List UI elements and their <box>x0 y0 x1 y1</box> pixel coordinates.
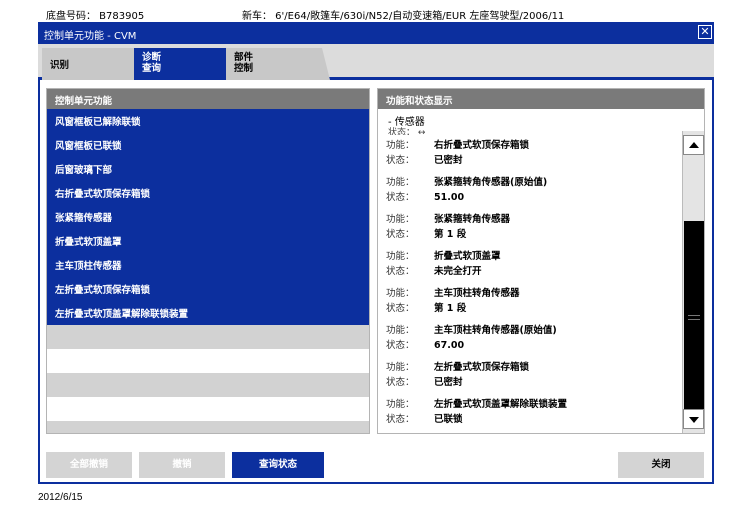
cancel-button[interactable]: 撤销 <box>139 452 225 478</box>
tab-component-label-2: 控制 <box>234 63 254 74</box>
cancel-all-button[interactable]: 全部撤销 <box>46 452 132 478</box>
vertical-scrollbar[interactable] <box>682 131 704 433</box>
window-title: 控制单元功能 - CVM <box>44 31 137 42</box>
state-label: 状态： <box>386 377 415 388</box>
close-icon[interactable]: ✕ <box>698 25 712 39</box>
chassis-number: 底盘号码： B783905 <box>46 11 145 22</box>
vehicle-info-bar: 底盘号码： B783905 新车： 6'/E64/敞篷车/630i/N52/自动… <box>38 4 714 22</box>
tab-strip: 识别 诊断 查询 部件 控制 <box>38 44 714 80</box>
state-value: 第 1 段 <box>434 303 467 314</box>
tab-identification-label: 识别 <box>50 60 70 71</box>
state-value: 第 1 段 <box>434 229 467 240</box>
state-label: 状态： <box>386 192 415 203</box>
list-item[interactable]: 主车顶柱传感器 <box>47 253 369 277</box>
function-label: 功能： <box>386 362 415 373</box>
query-status-button[interactable]: 查询状态 <box>232 452 324 478</box>
state-value: 未完全打开 <box>434 266 482 277</box>
function-value: 张紧箍转角传感器 <box>434 214 511 225</box>
empty-row <box>47 349 369 373</box>
list-item[interactable]: 风窗框板已解除联锁 <box>47 109 369 133</box>
state-value: 67.00 <box>434 340 465 351</box>
state-value: 已密封 <box>434 155 463 166</box>
tab-diagnosis-label-2: 查询 <box>142 63 162 74</box>
state-value: 已密封 <box>434 377 463 388</box>
state-label: 状态： <box>386 266 415 277</box>
status-entry: 功能： 张紧箍转角传感器 状态： 第 1 段 <box>378 209 682 246</box>
window-titlebar: 控制单元功能 - CVM ✕ <box>38 22 714 44</box>
function-label: 功能： <box>386 325 415 336</box>
empty-row <box>47 373 369 397</box>
function-value: 主车顶柱转角传感器(原始值) <box>434 325 557 336</box>
empty-row <box>47 397 369 421</box>
list-item[interactable]: 右折叠式软顶保存箱锁 <box>47 181 369 205</box>
vehicle-model: 新车： 6'/E64/敞篷车/630i/N52/自动变速箱/EUR 左座驾驶型/… <box>242 11 565 22</box>
close-button[interactable]: 关闭 <box>618 452 704 478</box>
function-label: 功能： <box>386 251 415 262</box>
scrollbar-thumb[interactable] <box>684 221 704 411</box>
list-item[interactable]: 张紧箍传感器 <box>47 205 369 229</box>
clipped-row: 状态： ↔ <box>388 128 426 135</box>
status-display-panel: 功能和状态显示 - 传感器 状态： ↔ 功能： 右折叠式软顶保存箱锁 状态： 已密封… <box>377 88 705 434</box>
function-label: 功能： <box>386 140 415 151</box>
tab-diagnosis-label-1: 诊断 <box>142 52 162 63</box>
tab-diagnosis-query[interactable]: 诊断 查询 <box>134 48 234 80</box>
state-value: 已联锁 <box>434 414 463 425</box>
function-label: 功能： <box>386 214 415 225</box>
list-item[interactable]: 折叠式软顶盖罩 <box>47 229 369 253</box>
function-list-header: 控制单元功能 <box>47 89 369 109</box>
state-label: 状态： <box>386 229 415 240</box>
function-label: 功能： <box>386 288 415 299</box>
function-value: 左折叠式软顶盖罩解除联锁装置 <box>434 399 568 410</box>
status-entry: 功能： 张紧箍转角传感器(原始值) 状态： 51.00 <box>378 172 682 209</box>
print-date: 2012/6/15 <box>38 492 83 503</box>
status-display-header: 功能和状态显示 <box>378 89 704 109</box>
status-entry: 功能： 主车顶柱转角传感器(原始值) 状态： 67.00 <box>378 320 682 357</box>
function-value: 主车顶柱转角传感器 <box>434 288 520 299</box>
status-entry: 功能： 主车顶柱转角传感器 状态： 第 1 段 <box>378 283 682 320</box>
list-item[interactable]: 左折叠式软顶保存箱锁 <box>47 277 369 301</box>
scroll-up-arrow-icon[interactable] <box>683 135 704 155</box>
function-list-panel: 控制单元功能 风窗框板已解除联锁 风窗框板已联锁 后窗玻璃下部 右折叠式软顶保存… <box>46 88 370 434</box>
function-value: 折叠式软顶盖罩 <box>434 251 501 262</box>
state-label: 状态： <box>386 155 415 166</box>
function-value: 右折叠式软顶保存箱锁 <box>434 140 530 151</box>
status-entry: 功能： 右折叠式软顶保存箱锁 状态： 已密封 <box>378 135 682 172</box>
scroll-down-arrow-icon[interactable] <box>683 409 704 429</box>
status-entry: 功能： 左折叠式软顶盖罩解除联锁装置 状态： 已联锁 <box>378 394 682 431</box>
state-value: 51.00 <box>434 192 465 203</box>
empty-row <box>47 325 369 349</box>
list-item[interactable]: 风窗框板已联锁 <box>47 133 369 157</box>
list-item[interactable]: 左折叠式软顶盖罩解除联锁装置 <box>47 301 369 325</box>
function-value: 左折叠式软顶保存箱锁 <box>434 362 530 373</box>
function-value: 张紧箍转角传感器(原始值) <box>434 177 548 188</box>
tab-component-control[interactable]: 部件 控制 <box>226 48 330 80</box>
tab-component-label-1: 部件 <box>234 52 254 63</box>
status-entry: 功能： 折叠式软顶盖罩 状态： 未完全打开 <box>378 246 682 283</box>
state-label: 状态： <box>386 414 415 425</box>
function-label: 功能： <box>386 399 415 410</box>
state-label: 状态： <box>386 340 415 351</box>
tab-identification[interactable]: 识别 <box>42 48 142 80</box>
status-list: 功能： 右折叠式软顶保存箱锁 状态： 已密封 功能： 张紧箍转角传感器(原始值) 状态… <box>378 135 682 433</box>
empty-row <box>47 421 369 433</box>
state-label: 状态： <box>386 303 415 314</box>
status-entry: 功能： 左折叠式软顶保存箱锁 状态： 已密封 <box>378 357 682 394</box>
function-label: 功能： <box>386 177 415 188</box>
list-item[interactable]: 后窗玻璃下部 <box>47 157 369 181</box>
